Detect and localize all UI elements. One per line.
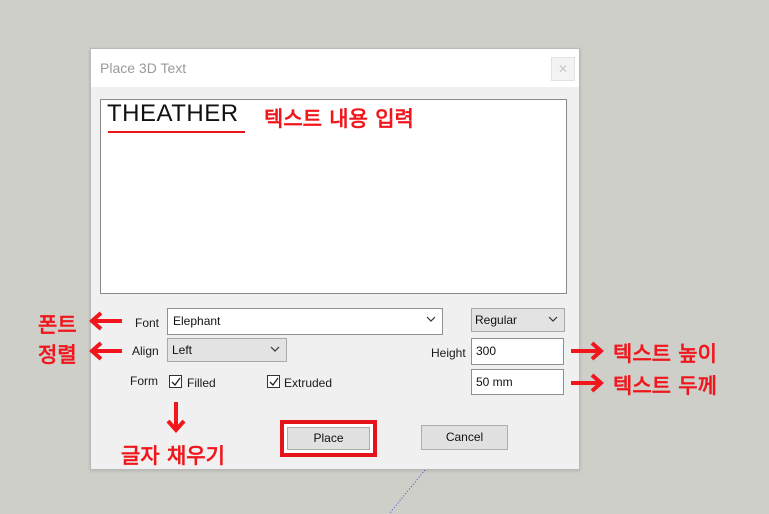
height-label: Height bbox=[431, 346, 466, 360]
font-style-value: Regular bbox=[475, 313, 518, 327]
annotation-font: 폰트 bbox=[38, 313, 77, 337]
chevron-down-icon bbox=[426, 316, 436, 322]
arrow-left-icon bbox=[88, 311, 122, 331]
font-label: Font bbox=[135, 316, 160, 330]
text-value: THEATHER bbox=[107, 100, 239, 127]
align-select[interactable]: Left bbox=[167, 338, 287, 362]
form-label: Form bbox=[130, 374, 158, 388]
align-label: Align bbox=[132, 344, 159, 358]
font-style-select[interactable]: Regular bbox=[471, 308, 565, 332]
place-button-face: Place bbox=[287, 427, 370, 450]
font-value: Elephant bbox=[173, 314, 221, 328]
filled-checkbox[interactable] bbox=[169, 375, 182, 388]
annotation-text-content: 텍스트 내용 입력 bbox=[264, 107, 414, 131]
annotation-fill: 글자 채우기 bbox=[121, 444, 225, 468]
annotation-align: 정렬 bbox=[38, 343, 77, 367]
extrude-thickness-input[interactable]: 50 mm bbox=[471, 369, 564, 395]
thickness-value: 50 mm bbox=[476, 375, 513, 389]
height-value: 300 bbox=[476, 344, 497, 358]
height-input[interactable]: 300 bbox=[471, 338, 564, 365]
close-icon: ✕ bbox=[557, 62, 569, 76]
dialog-title: Place 3D Text bbox=[100, 60, 187, 76]
arrow-right-icon bbox=[571, 373, 605, 393]
title-bar: Place 3D Text ✕ bbox=[91, 49, 579, 87]
chevron-down-icon bbox=[270, 346, 280, 352]
annotation-underline bbox=[108, 131, 245, 133]
align-value: Left bbox=[172, 343, 193, 357]
check-icon bbox=[171, 377, 181, 387]
close-button[interactable]: ✕ bbox=[551, 57, 575, 81]
chevron-down-icon bbox=[548, 316, 558, 322]
annotation-text-height: 텍스트 높이 bbox=[613, 342, 717, 366]
cancel-button[interactable]: Cancel bbox=[421, 425, 508, 450]
arrow-right-icon bbox=[571, 341, 605, 361]
font-select[interactable]: Elephant bbox=[167, 308, 443, 335]
arrow-left-icon bbox=[88, 341, 122, 361]
filled-label: Filled bbox=[187, 376, 216, 390]
check-icon bbox=[269, 377, 279, 387]
extruded-label: Extruded bbox=[284, 376, 333, 390]
place-button[interactable]: Place bbox=[280, 420, 377, 457]
annotation-text-thickness: 텍스트 두께 bbox=[613, 374, 717, 398]
extruded-checkbox[interactable] bbox=[267, 375, 280, 388]
arrow-down-icon bbox=[166, 402, 186, 434]
